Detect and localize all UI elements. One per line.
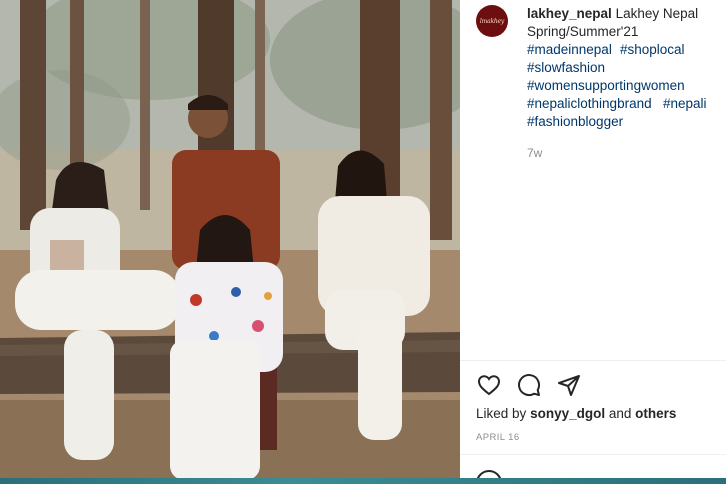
divider (460, 454, 726, 455)
like-button[interactable] (476, 372, 502, 398)
post-photo[interactable] (0, 0, 460, 484)
hashtag-link[interactable]: #nepali (663, 95, 707, 113)
share-icon (558, 375, 580, 396)
post-time-ago[interactable]: 7w (527, 146, 542, 160)
avatar-logo-text: lmakhey (479, 17, 505, 25)
hashtag-link[interactable]: #slowfashion (527, 59, 723, 77)
post-image (0, 0, 460, 484)
action-bar (476, 372, 582, 398)
share-button[interactable] (556, 372, 582, 398)
liked-by-user-link[interactable]: sonyy_dgol (530, 406, 605, 421)
post-caption: lakhey_nepal Lakhey Nepal Spring/Summer'… (527, 5, 723, 131)
hashtag-link[interactable]: #shoplocal (620, 41, 685, 59)
divider (460, 360, 726, 361)
likes-others-link[interactable]: others (635, 406, 676, 421)
likes-summary: Liked by sonyy_dgol and others (476, 406, 676, 421)
bottom-strip (0, 478, 726, 484)
post-sidebar: lmakhey lakhey_nepal Lakhey Nepal Spring… (460, 0, 726, 484)
comment-button[interactable] (516, 372, 542, 398)
heart-icon (477, 375, 501, 396)
likes-prefix: Liked by (476, 406, 527, 421)
hashtag-link[interactable]: #fashionblogger (527, 113, 723, 131)
comment-icon (518, 374, 541, 397)
post-date[interactable]: APRIL 16 (476, 432, 520, 443)
hashtag-link[interactable]: #womensupportingwomen (527, 77, 723, 95)
username-link[interactable]: lakhey_nepal (527, 6, 612, 21)
likes-and: and (608, 406, 632, 421)
avatar[interactable]: lmakhey (476, 5, 508, 37)
